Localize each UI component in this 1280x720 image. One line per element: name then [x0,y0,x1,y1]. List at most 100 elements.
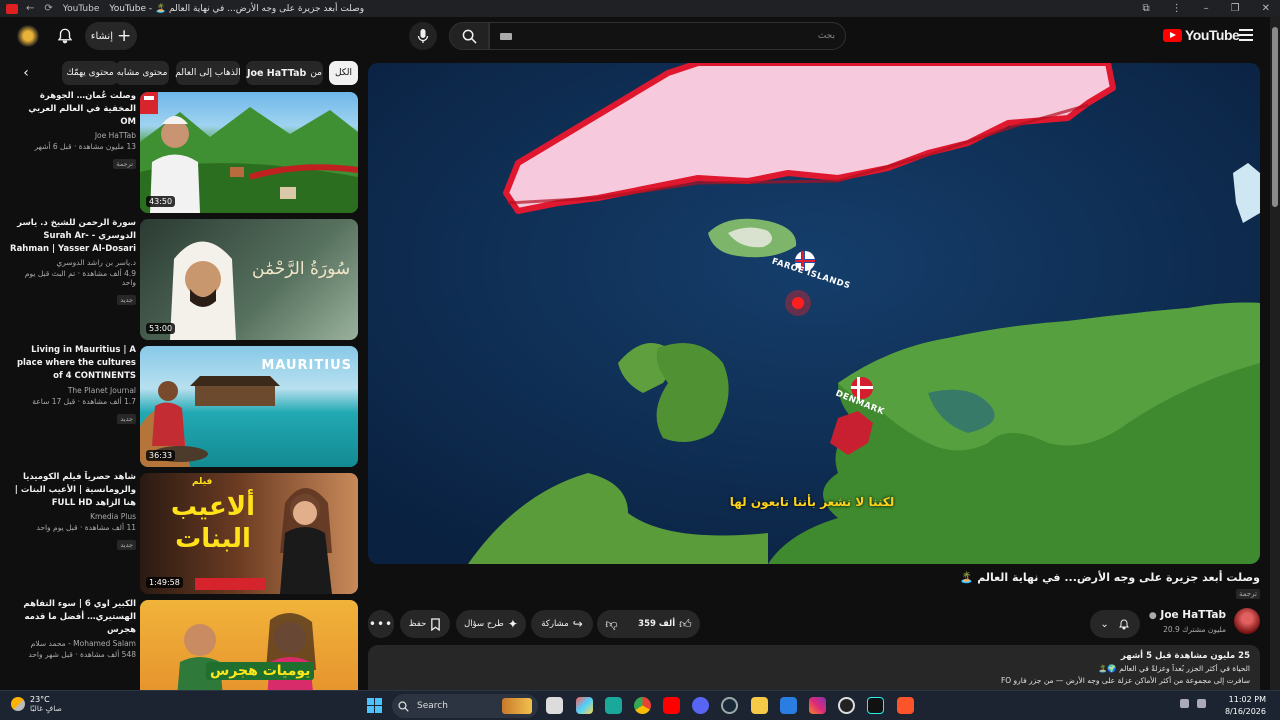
video-meta: 13 مليون مشاهدة · قبل 6 أشهر [34,142,136,151]
recommendation-item[interactable]: MAURITIUS 36:33 Living in Mauritius | A … [10,344,358,467]
search-placeholder: بحث [817,31,835,41]
channel-row: ● Joe HaTTab 20.9 مليون مشترك ⌄ [1090,605,1260,639]
video-title[interactable]: Living in Mauritius | A place where the … [10,344,136,384]
youtube-app-icon[interactable] [663,697,680,714]
taskbar-search[interactable]: Search [392,694,538,718]
create-label: إنشاء [90,30,113,42]
video-thumbnail[interactable]: فيلم ألاعيب البنات 1:49:58 [140,473,358,594]
channel-name[interactable]: Mohamed Salam - محمد سلام [10,639,136,648]
save-label: حفظ [408,619,427,629]
tiktok-icon[interactable] [867,697,884,714]
video-title[interactable]: الكبير اوي 6 | سوء التفاهم الهستيري… أفض… [10,598,136,637]
system-tray [1180,699,1206,708]
channel-avatar[interactable] [1234,608,1260,634]
network-icon[interactable] [1180,699,1189,708]
file-explorer-icon[interactable] [751,697,768,714]
chip-from-prefix: من [310,68,322,78]
video-meta: 11 ألف مشاهدة · قبل يوم واحد [36,523,136,532]
close-icon[interactable]: ✕ [1262,3,1270,14]
browser-address[interactable]: YouTube [63,4,100,14]
notifications-bell-icon[interactable] [56,26,74,46]
video-thumbnail[interactable]: يوميات هجرس [140,600,358,690]
recommendation-item[interactable]: سُورَةُ الرَّحْمَٰن 53:00 سورة الرحمن لل… [10,217,358,340]
chip-all[interactable]: الكل [329,61,358,85]
video-title[interactable]: وصلت عُمان… الجوهرة المخفية في العالم ال… [10,90,136,129]
taskbar-clock[interactable]: 11:02 PM 8/16/2026 [1225,694,1266,718]
thumbnail-overlay-text: ألاعيب البنات [170,492,256,554]
search-input[interactable]: بحث [489,22,846,50]
like-dislike-group: 👎︎ 359 ألف 👍︎ [597,610,700,638]
scrollbar-thumb[interactable] [1272,27,1278,207]
video-title[interactable]: سورة الرحمن للشيخ د. ياسر الدوسري - Sura… [10,217,136,256]
sparkle-icon: ✦ [507,617,518,631]
channel-name[interactable]: The Planet Journal [10,386,136,395]
channel-name[interactable]: د.ياسر بن راشد الدوسري [10,258,136,267]
chrome-icon[interactable] [634,697,651,714]
volume-icon[interactable] [1197,699,1206,708]
chip-similar[interactable]: محتوى مشابه [115,61,169,85]
back-arrow-icon[interactable]: ← [26,3,34,14]
widgets-icon[interactable] [576,697,593,714]
youtube-logo[interactable]: YouTube [1163,27,1240,43]
restore-icon[interactable]: ❐ [1231,3,1240,14]
menu-dots-icon[interactable]: ⋮ [1172,3,1182,14]
chip-travel[interactable]: الذهاب إلى العالم [175,61,241,85]
chevron-down-icon: ⌄ [1100,618,1109,630]
task-view-icon[interactable] [546,697,563,714]
windows-start-icon[interactable] [367,698,382,713]
recommendation-item[interactable]: يوميات هجرس الكبير اوي 6 | سوء التفاهم ا… [10,598,358,690]
video-duration: 1:49:58 [146,577,183,588]
video-badge: جديد [117,414,136,424]
keyboard-icon[interactable] [500,32,512,40]
ask-button[interactable]: طرح سؤال ✦ [456,610,526,638]
recommendation-item[interactable]: 43:50 وصلت عُمان… الجوهرة المخفية في الع… [10,90,358,213]
page-scrollbar[interactable] [1270,17,1280,690]
browser-app-icon [6,3,18,14]
bookmark-icon [431,617,441,631]
discord-icon[interactable] [692,697,709,714]
app-icon-blue[interactable] [780,697,797,714]
app-icon-green[interactable] [605,697,622,714]
subscription-button[interactable]: ⌄ [1090,610,1140,638]
video-player[interactable]: FAROE ISLANDS DENMARK لكننا لا نشعر بأنن… [368,63,1260,564]
browser-title: وصلت أبعد جزيرة على وجه الأرض... في نهاي… [109,3,365,14]
chip-from-channel[interactable]: Joe HaTTab من [246,61,323,85]
video-badge: جديد [117,540,136,550]
extensions-icon[interactable]: ⧉ [1143,3,1150,14]
save-button[interactable]: حفظ [400,610,450,638]
create-button[interactable]: إنشاء + [85,22,137,50]
description-line: سافرت إلى مجموعة من أكثر الأماكن عزلة عل… [1000,676,1250,685]
thumbnail-overlay-text: يوميات هجرس [206,662,315,680]
weather-widget[interactable]: 23°C صافٍ غالبًا [11,695,62,713]
video-thumbnail[interactable]: 43:50 [140,92,358,213]
channel-name[interactable]: Kmedia Plus [10,512,136,521]
obs-icon[interactable] [838,697,855,714]
channel-name-main[interactable]: ● Joe HaTTab [1149,609,1226,621]
chip-channel-name: Joe HaTTab [246,67,307,79]
taskbar-search-label: Search [417,701,448,711]
chevron-left-icon[interactable]: ‹ [17,61,35,85]
brave-browser-icon[interactable] [897,697,914,714]
reload-icon[interactable]: ⟳ [44,3,52,14]
video-title[interactable]: شاهد حصرياً فيلم الكوميديا والرومانسية |… [10,471,136,510]
more-actions-button[interactable]: ••• [368,610,394,638]
weather-temperature: 23°C [30,695,50,704]
microphone-icon [417,29,429,43]
menu-hamburger-icon[interactable] [1239,29,1253,41]
video-thumbnail[interactable]: سُورَةُ الرَّحْمَٰن 53:00 [140,219,358,340]
title-badge: ترجمة [1236,589,1260,599]
recommendation-item[interactable]: فيلم ألاعيب البنات 1:49:58 شاهد حصرياً ف… [10,471,358,594]
description-box[interactable]: 25 مليون مشاهدة قبل 5 أشهر الحياة في أكث… [368,645,1260,690]
minimize-icon[interactable]: – [1204,3,1209,14]
video-thumbnail[interactable]: MAURITIUS 36:33 [140,346,358,467]
search-button[interactable] [449,22,489,50]
dislike-icon[interactable]: 👎︎ [605,617,617,632]
chip-interest[interactable]: محتوى يهمّك [62,61,118,85]
like-button[interactable]: 359 ألف 👍︎ [638,617,691,632]
share-button[interactable]: مشاركة ↪ [531,610,593,638]
instagram-icon[interactable] [809,697,826,714]
steam-icon[interactable] [721,697,738,714]
account-avatar[interactable] [17,25,39,47]
voice-search-button[interactable] [409,22,437,50]
channel-name[interactable]: Joe HaTTab [10,131,136,140]
